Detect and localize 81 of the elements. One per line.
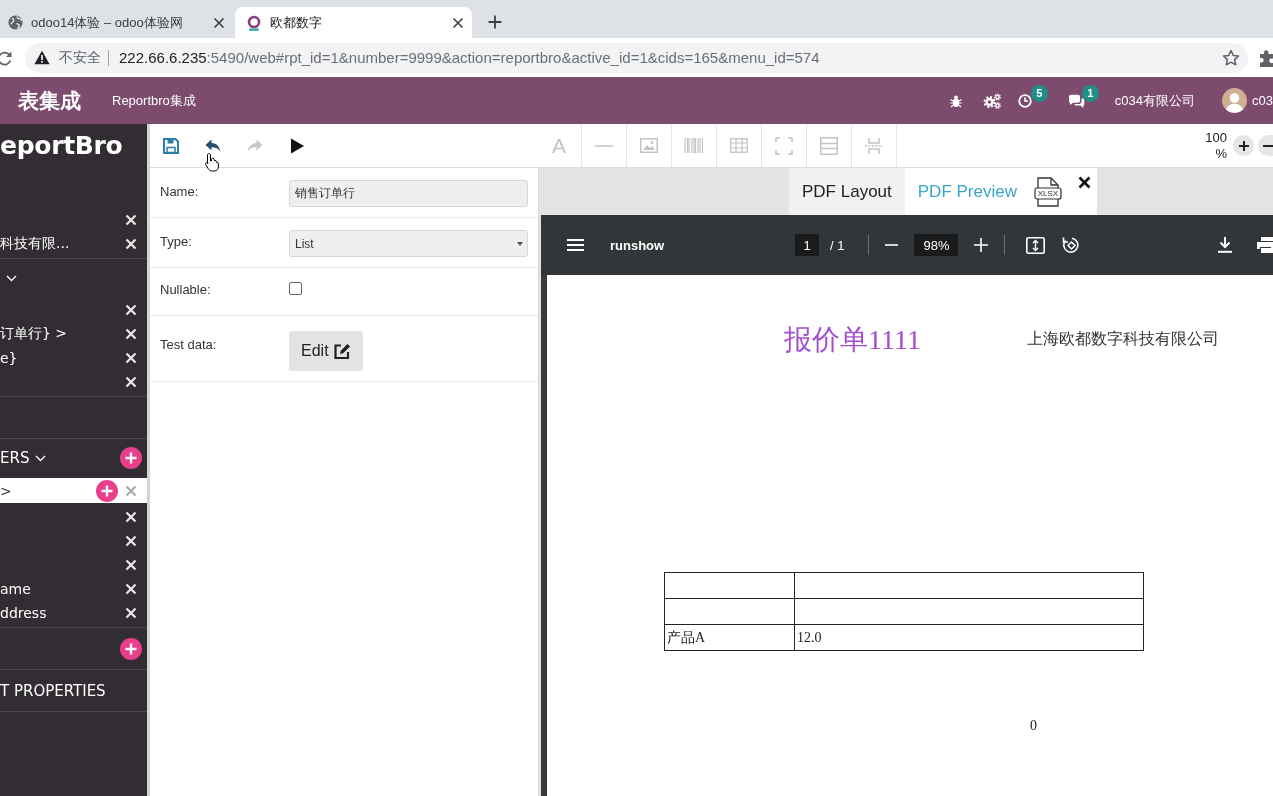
field-label: Test data: bbox=[160, 336, 218, 352]
reload-icon[interactable] bbox=[0, 49, 12, 66]
company-name: 上海欧都数字科技有限公司 bbox=[1026, 329, 1219, 349]
zoom-field[interactable]: 98% bbox=[914, 234, 959, 256]
plus-icon[interactable] bbox=[120, 447, 142, 469]
barcode-icon bbox=[684, 138, 704, 153]
redo-arrow-icon bbox=[246, 137, 264, 154]
sidebar-item[interactable]: e} bbox=[0, 346, 147, 370]
company-switcher[interactable]: c034有限公司 bbox=[1114, 91, 1196, 110]
sidebar-item[interactable]: 订单行} > bbox=[0, 322, 147, 346]
close-icon[interactable] bbox=[452, 16, 464, 29]
frame-icon bbox=[775, 136, 793, 155]
section-title: T PROPERTIES bbox=[0, 681, 106, 700]
zoom-in-button[interactable] bbox=[1233, 135, 1254, 156]
address-bar[interactable]: 不安全 222.66.6.235:5490/web#rpt_id=1&number=9999&action=reportbro&active_id=1&cids=165&menu_id=574 bbox=[25, 42, 1248, 73]
type-select[interactable]: List bbox=[289, 230, 528, 257]
field-label: Name: bbox=[160, 183, 200, 199]
page-count: / 1 bbox=[830, 237, 845, 253]
footer-text: 0 bbox=[1030, 718, 1037, 733]
globe-icon bbox=[8, 15, 23, 30]
puzzle-icon[interactable] bbox=[1258, 48, 1273, 67]
minus-icon bbox=[1263, 144, 1273, 147]
xlsx-export-button[interactable]: XLSX bbox=[1033, 176, 1062, 207]
count-badge: 5 bbox=[1030, 84, 1048, 102]
url-text: 222.66.6.235:5490/web#rpt_id=1&number=9999&action=reportbro&active_id=1&cids=165&menu_id=574 bbox=[119, 49, 820, 66]
play-icon bbox=[290, 137, 304, 154]
security-label: 不安全 bbox=[59, 48, 101, 67]
count-badge: 1 bbox=[1081, 84, 1099, 102]
table-cell: 12.0 bbox=[794, 624, 1144, 651]
file-icon bbox=[1033, 176, 1062, 207]
logo-text: eportBro bbox=[0, 130, 124, 162]
field-label: Type: bbox=[160, 233, 193, 249]
section-title: ERS bbox=[0, 449, 30, 467]
table-icon bbox=[730, 138, 748, 153]
browser-tab[interactable]: 欧都数字 bbox=[235, 7, 472, 38]
page-number-field[interactable]: 1 bbox=[795, 234, 819, 256]
edit-button[interactable]: Edit bbox=[289, 331, 363, 371]
page-break-icon bbox=[865, 136, 883, 155]
field-label: Nullable: bbox=[160, 282, 212, 297]
download-icon[interactable] bbox=[1218, 237, 1232, 253]
ring-logo-icon bbox=[246, 14, 262, 31]
name-field[interactable]: 销售订单行 bbox=[289, 180, 528, 207]
app-title: 表集成 bbox=[17, 87, 82, 114]
stacked-rows-icon bbox=[820, 136, 838, 155]
caret-icon bbox=[517, 241, 523, 246]
rotate-icon[interactable] bbox=[1062, 236, 1080, 254]
printer-icon[interactable] bbox=[1257, 237, 1273, 253]
gears-icon[interactable] bbox=[982, 92, 1001, 109]
menu-item[interactable]: Reportbro集成 bbox=[112, 91, 196, 110]
undo-arrow-icon bbox=[204, 137, 222, 154]
chevron-down-icon[interactable] bbox=[35, 454, 47, 462]
zoom-level: 100 % bbox=[1204, 129, 1227, 162]
user-avatar bbox=[1222, 88, 1248, 113]
chevron-down-icon[interactable] bbox=[6, 274, 17, 282]
tab[interactable]: PDF Layout bbox=[789, 168, 905, 215]
star-icon[interactable] bbox=[1222, 48, 1240, 67]
chat-icon[interactable] bbox=[1067, 93, 1085, 108]
document-title: runshow bbox=[610, 237, 665, 253]
report-title: 报价单1111 bbox=[784, 323, 921, 357]
close-icon[interactable] bbox=[1077, 176, 1091, 189]
plus-icon[interactable] bbox=[120, 637, 142, 660]
warning-icon bbox=[34, 50, 50, 65]
clock-icon[interactable] bbox=[1017, 93, 1032, 108]
minus-icon[interactable] bbox=[885, 244, 899, 246]
zoom-out-button[interactable] bbox=[1258, 135, 1273, 156]
sidebar-item[interactable]: ddress bbox=[0, 601, 147, 625]
close-icon[interactable] bbox=[213, 16, 225, 29]
browser-tab[interactable]: odoo14体验 – odoo体验网 bbox=[0, 7, 233, 38]
menu-icon[interactable] bbox=[567, 239, 584, 251]
fit-page-icon[interactable] bbox=[1026, 236, 1046, 254]
plus-icon[interactable] bbox=[488, 15, 502, 29]
bug-icon[interactable] bbox=[949, 93, 962, 108]
sidebar-item[interactable]: ame bbox=[0, 577, 147, 601]
edit-icon bbox=[333, 343, 351, 359]
user-menu[interactable]: c03 bbox=[1252, 93, 1273, 108]
line-icon bbox=[595, 144, 613, 147]
sidebar-item[interactable]: 科技有限... bbox=[0, 232, 147, 256]
image-icon bbox=[640, 138, 658, 153]
plus-icon bbox=[1238, 140, 1249, 151]
table-cell: 产品A bbox=[664, 624, 795, 651]
checkbox[interactable] bbox=[289, 282, 302, 295]
